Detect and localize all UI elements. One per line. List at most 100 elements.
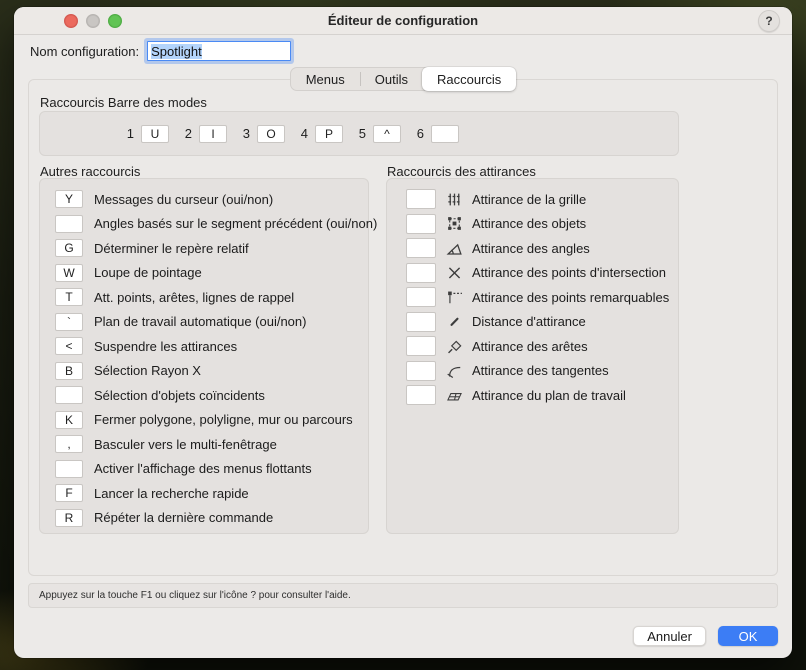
mode-slot-number: 5 [358,126,366,141]
mode-slot-number: 3 [242,126,250,141]
zoom-button[interactable] [108,14,122,28]
snap-shortcut-label: Distance d'attirance [472,314,586,329]
config-editor-window: Éditeur de configuration ? Nom configura… [14,7,792,658]
shortcut-row: Loupe de pointage [40,261,368,286]
distance-snap-icon [445,313,463,330]
edge-snap-icon [445,338,463,355]
snap-shortcut-row: Attirance des objets [387,212,678,237]
snap-key-input[interactable] [406,287,436,307]
shortcut-label: Activer l'affichage des menus flottants [94,461,312,476]
mode-slot: 2 [184,125,242,143]
mode-key-input[interactable] [141,125,169,143]
snap-key-input[interactable] [406,214,436,234]
shortcut-row: Lancer la recherche rapide [40,481,368,506]
close-button[interactable] [64,14,78,28]
snap-shortcut-label: Attirance des points d'intersection [472,265,666,280]
shortcut-key-input[interactable] [55,362,83,380]
shortcut-label: Messages du curseur (oui/non) [94,192,273,207]
other-shortcuts-box: Messages du curseur (oui/non) Angles bas… [39,178,369,534]
help-status-text: Appuyez sur la touche F1 ou cliquez sur … [39,590,351,601]
shortcut-key-input[interactable] [55,264,83,282]
shortcut-key-input[interactable] [55,288,83,306]
shortcut-key-input[interactable] [55,239,83,257]
snap-shortcut-label: Attirance des objets [472,216,586,231]
window-title: Éditeur de configuration [14,13,792,28]
angle-snap-icon [445,240,463,257]
tab[interactable]: Menus [291,68,360,90]
snap-shortcut-label: Attirance de la grille [472,192,586,207]
tab[interactable]: Outils [360,68,423,90]
shortcut-key-input[interactable] [55,484,83,502]
shortcut-row: Messages du curseur (oui/non) [40,187,368,212]
intersection-snap-icon [445,264,463,281]
shortcut-key-input[interactable] [55,313,83,331]
shortcut-row: Angles basés sur le segment précédent (o… [40,212,368,237]
snap-key-input[interactable] [406,238,436,258]
mode-key-input[interactable] [257,125,285,143]
shortcut-row: Activer l'affichage des menus flottants [40,457,368,482]
shortcut-row: Suspendre les attirances [40,334,368,359]
shortcut-row: Plan de travail automatique (oui/non) [40,310,368,335]
help-button[interactable]: ? [758,10,780,32]
shortcut-label: Fermer polygone, polyligne, mur ou parco… [94,412,353,427]
shortcut-label: Sélection Rayon X [94,363,201,378]
snap-shortcut-row: Attirance des angles [387,236,678,261]
shortcut-label: Répéter la dernière commande [94,510,273,525]
help-status-bar: Appuyez sur la touche F1 ou cliquez sur … [28,583,778,608]
remarkable-points-icon [445,289,463,306]
tab[interactable]: Raccourcis [422,67,516,91]
snap-shortcut-row: Attirance des arêtes [387,334,678,359]
tangent-snap-icon [445,362,463,379]
shortcut-key-input[interactable] [55,337,83,355]
modebar-title: Raccourcis Barre des modes [40,95,207,110]
mode-slot: 4 [300,125,358,143]
object-snap-icon [445,215,463,232]
tab-content-panel: Raccourcis Barre des modes 1 2 3 [28,79,778,576]
snap-key-input[interactable] [406,189,436,209]
snap-shortcuts-box: Attirance de la grille Attirance des obj… [386,178,679,534]
snap-shortcut-label: Attirance des tangentes [472,363,609,378]
tab-bar: Menus Outils Raccourcis [14,67,792,91]
shortcut-label: Déterminer le repère relatif [94,241,249,256]
config-name-row: Nom configuration: Spotlight [30,41,291,61]
mode-slot: 5 [358,125,416,143]
shortcut-key-input[interactable] [55,215,83,233]
snap-key-input[interactable] [406,385,436,405]
shortcut-row: Fermer polygone, polyligne, mur ou parco… [40,408,368,433]
shortcut-label: Plan de travail automatique (oui/non) [94,314,306,329]
snap-shortcut-row: Attirance des points remarquables [387,285,678,310]
shortcut-key-input[interactable] [55,386,83,404]
shortcut-label: Basculer vers le multi-fenêtrage [94,437,277,452]
other-shortcuts-title: Autres raccourcis [40,164,140,179]
mode-slot: 1 [126,125,184,143]
selected-text: Spotlight [151,44,202,59]
config-name-input[interactable]: Spotlight [147,41,291,61]
minimize-button[interactable] [86,14,100,28]
shortcut-label: Suspendre les attirances [94,339,237,354]
snap-key-input[interactable] [406,312,436,332]
snap-shortcut-label: Attirance des angles [472,241,590,256]
cancel-button[interactable]: Annuler [633,626,706,646]
shortcut-key-input[interactable] [55,509,83,527]
shortcut-row: Sélection d'objets coïncidents [40,383,368,408]
shortcut-key-input[interactable] [55,435,83,453]
mode-slot: 3 [242,125,300,143]
shortcut-key-input[interactable] [55,460,83,478]
ok-button[interactable]: OK [718,626,778,646]
mode-key-input[interactable] [373,125,401,143]
shortcut-key-input[interactable] [55,411,83,429]
shortcut-row: Basculer vers le multi-fenêtrage [40,432,368,457]
snap-shortcut-label: Attirance des arêtes [472,339,588,354]
traffic-lights [64,7,122,34]
snap-key-input[interactable] [406,361,436,381]
shortcut-key-input[interactable] [55,190,83,208]
snap-key-input[interactable] [406,336,436,356]
snap-shortcut-row: Distance d'attirance [387,310,678,335]
mode-key-input[interactable] [199,125,227,143]
shortcut-label: Att. points, arêtes, lignes de rappel [94,290,294,305]
mode-key-input[interactable] [315,125,343,143]
mode-key-input[interactable] [431,125,459,143]
snap-key-input[interactable] [406,263,436,283]
snap-shortcuts-title: Raccourcis des attirances [387,164,536,179]
snap-shortcut-row: Attirance des points d'intersection [387,261,678,286]
